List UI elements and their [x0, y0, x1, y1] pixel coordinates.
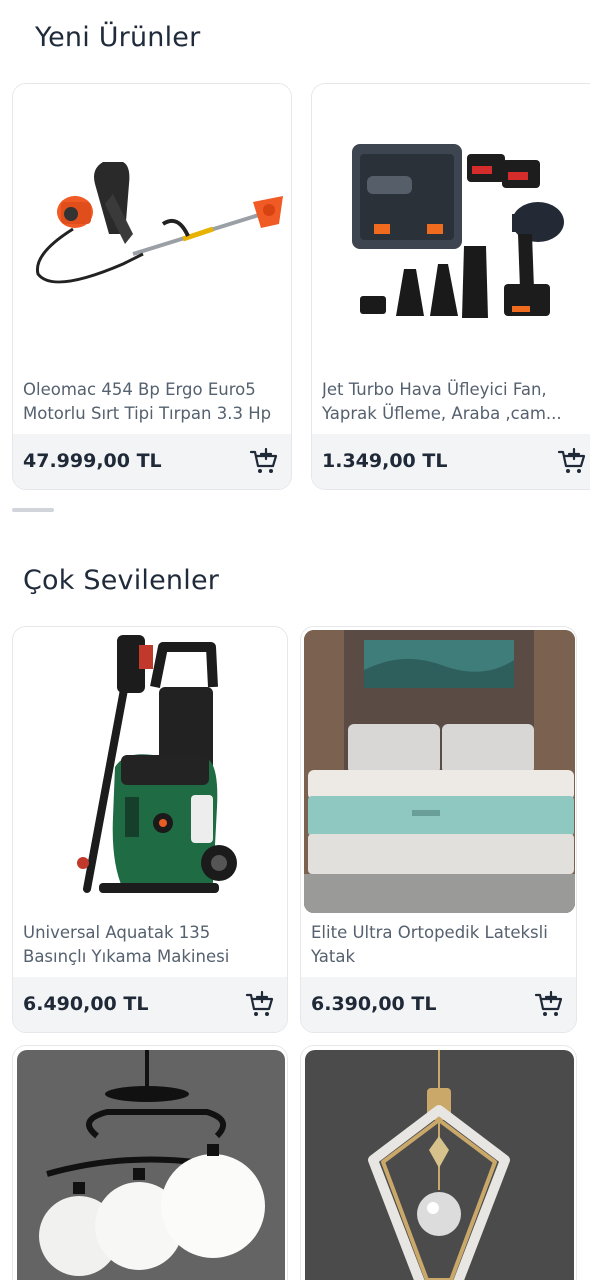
- add-to-cart-icon[interactable]: [534, 990, 564, 1018]
- price-bar: 6.490,00 TL: [13, 977, 287, 1032]
- product-image[interactable]: [13, 627, 287, 912]
- product-card[interactable]: [12, 1045, 288, 1280]
- mattress-image: [304, 630, 575, 913]
- product-card[interactable]: Universal Aquatak 135 Basınçlı Yıkama Ma…: [12, 626, 288, 1033]
- pendant-lamp-image: [305, 1050, 574, 1280]
- product-image[interactable]: [312, 84, 590, 364]
- product-name: Jet Turbo Hava Üfleyici Fan, Yaprak Üfle…: [322, 380, 562, 423]
- product-image[interactable]: [301, 1046, 576, 1280]
- brush-cutter-image: [35, 162, 283, 284]
- section-title-favorites: Çok Sevilenler: [23, 565, 220, 596]
- product-name: Universal Aquatak 135 Basınçlı Yıkama Ma…: [23, 923, 230, 966]
- price-bar: 6.390,00 TL: [301, 977, 576, 1032]
- air-blower-kit-image: [352, 144, 564, 318]
- product-card[interactable]: Jet Turbo Hava Üfleyici Fan, Yaprak Üfle…: [311, 83, 590, 490]
- product-image[interactable]: [13, 84, 291, 364]
- product-name: Oleomac 454 Bp Ergo Euro5 Motorlu Sırt T…: [23, 380, 272, 423]
- price-bar: 47.999,00 TL: [13, 434, 291, 489]
- chandelier-image: [17, 1050, 285, 1280]
- product-name: Elite Ultra Ortopedik Lateksli Yatak: [311, 923, 548, 966]
- section-title-new-products: Yeni Ürünler: [35, 22, 201, 53]
- product-price: 47.999,00 TL: [23, 450, 162, 472]
- product-price: 6.490,00 TL: [23, 993, 149, 1015]
- add-to-cart-icon[interactable]: [249, 447, 279, 475]
- product-card[interactable]: [300, 1045, 577, 1280]
- pressure-washer-image: [77, 635, 237, 893]
- carousel-scroll-indicator[interactable]: [12, 508, 54, 512]
- add-to-cart-icon[interactable]: [245, 990, 275, 1018]
- product-card[interactable]: Oleomac 454 Bp Ergo Euro5 Motorlu Sırt T…: [12, 83, 292, 490]
- product-card[interactable]: Elite Ultra Ortopedik Lateksli Yatak 6.3…: [300, 626, 577, 1033]
- product-price: 6.390,00 TL: [311, 993, 437, 1015]
- product-image[interactable]: [13, 1046, 287, 1280]
- price-bar: 1.349,00 TL: [312, 434, 590, 489]
- product-image[interactable]: [301, 627, 576, 915]
- add-to-cart-icon[interactable]: [557, 447, 587, 475]
- product-price: 1.349,00 TL: [322, 450, 448, 472]
